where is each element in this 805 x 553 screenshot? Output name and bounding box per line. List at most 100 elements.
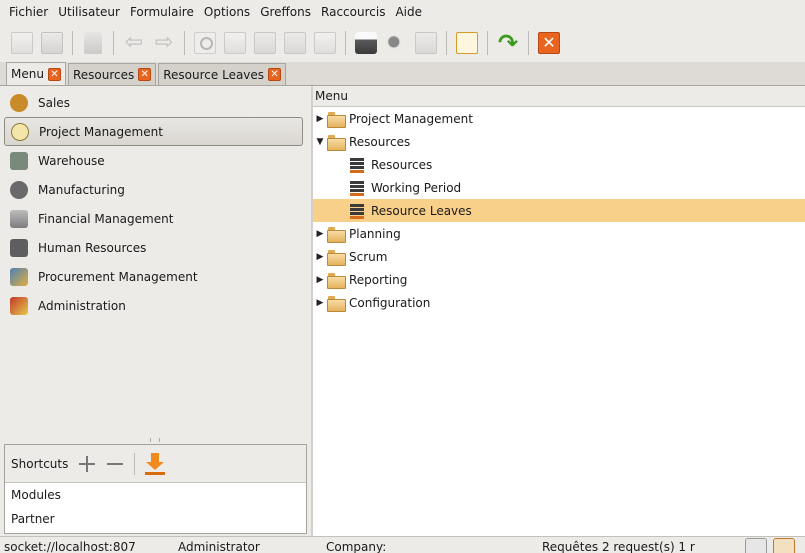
menu-greffons[interactable]: Greffons — [255, 0, 316, 24]
relate-button[interactable] — [412, 29, 440, 57]
tab-label: Menu — [11, 67, 44, 81]
tab-bar: Menu ✕ Resources ✕ Resource Leaves ✕ — [0, 62, 805, 86]
new-record-button[interactable] — [221, 29, 249, 57]
reload-button[interactable]: ↷ — [494, 29, 522, 57]
module-item-project-management[interactable]: Project Management — [4, 117, 303, 146]
previous-button[interactable]: ⇦ — [120, 29, 148, 57]
tree-column-header[interactable]: Menu — [313, 86, 805, 107]
shortcut-item-modules[interactable]: Modules — [5, 483, 306, 507]
module-item-warehouse[interactable]: Warehouse — [0, 146, 311, 175]
expander-collapsed-icon[interactable]: ▶ — [313, 296, 327, 310]
delete-button[interactable] — [79, 29, 107, 57]
toolbar-separator — [446, 31, 447, 55]
spellcheck-button[interactable] — [311, 29, 339, 57]
module-item-sales[interactable]: Sales — [0, 88, 311, 117]
toolbar-separator — [134, 452, 136, 475]
trash-icon — [84, 32, 102, 54]
tree-row-working-period[interactable]: Working Period — [313, 176, 805, 199]
tree-row-label: Project Management — [349, 111, 473, 126]
menu-formulaire[interactable]: Formulaire — [125, 0, 199, 24]
toolbar: ⇦ ⇨ ↷ ✕ — [0, 24, 805, 62]
print-button[interactable] — [352, 29, 380, 57]
procurement-icon — [10, 267, 28, 286]
tree-row-resource-leaves[interactable]: Resource Leaves — [313, 199, 805, 222]
menubar: Fichier Utilisateur Formulaire Options G… — [0, 0, 805, 24]
tree-row-project-management[interactable]: ▶ Project Management — [313, 107, 805, 130]
shortcut-item-partner[interactable]: Partner — [5, 507, 306, 531]
module-item-financial-management[interactable]: Financial Management — [0, 204, 311, 233]
list-icon — [349, 157, 365, 173]
new-request-icon[interactable] — [773, 538, 795, 553]
tree-row-reporting[interactable]: ▶ Reporting — [313, 268, 805, 291]
module-label: Warehouse — [38, 153, 105, 168]
toolbar-separator — [487, 31, 488, 55]
close-icon[interactable]: ✕ — [47, 67, 61, 81]
remove-shortcut-icon[interactable] — [106, 455, 124, 473]
pane-resize-handle[interactable] — [150, 438, 160, 442]
attachments-button[interactable] — [453, 29, 481, 57]
tree-row-label: Reporting — [349, 272, 408, 287]
new-document-icon — [11, 32, 33, 54]
arrow-left-icon: ⇦ — [124, 30, 144, 55]
attachment-button[interactable] — [251, 29, 279, 57]
tree-row-resources[interactable]: ▼ Resources — [313, 130, 805, 153]
tree-row-scrum[interactable]: ▶ Scrum — [313, 245, 805, 268]
menu-utilisateur[interactable]: Utilisateur — [53, 0, 125, 24]
search-requests-icon[interactable] — [745, 538, 767, 553]
close-icon[interactable]: ✕ — [268, 68, 282, 81]
status-user: Administrator — [178, 540, 260, 553]
new-button[interactable] — [8, 29, 36, 57]
menu-raccourcis[interactable]: Raccourcis — [316, 0, 390, 24]
tree-row-label: Working Period — [371, 180, 462, 195]
people-icon — [10, 93, 28, 112]
toolbar-separator — [345, 31, 346, 55]
close-tab-button[interactable]: ✕ — [535, 29, 563, 57]
menu-options[interactable]: Options — [199, 0, 255, 24]
add-shortcut-icon[interactable] — [78, 455, 96, 473]
module-item-administration[interactable]: Administration — [0, 291, 311, 320]
print-icon — [355, 32, 377, 54]
tree-row-planning[interactable]: ▶ Planning — [313, 222, 805, 245]
tab-label: Resource Leaves — [163, 67, 265, 82]
toolbar-separator — [184, 31, 185, 55]
folder-icon — [327, 249, 346, 266]
expander-collapsed-icon[interactable]: ▶ — [313, 273, 327, 287]
toolbar-separator — [113, 31, 114, 55]
shortcuts-panel: Shortcuts Modules Partner — [4, 444, 307, 534]
duplicate-button[interactable] — [281, 29, 309, 57]
expander-collapsed-icon[interactable]: ▶ — [313, 112, 327, 126]
tree-row-resources-list[interactable]: Resources — [313, 153, 805, 176]
action-button[interactable] — [382, 29, 410, 57]
next-button[interactable]: ⇨ — [150, 29, 178, 57]
search-button[interactable] — [191, 29, 219, 57]
spellcheck-icon — [314, 32, 336, 54]
folder-icon — [327, 226, 346, 243]
module-item-procurement-management[interactable]: Procurement Management — [0, 262, 311, 291]
close-icon: ✕ — [538, 32, 560, 54]
tab-menu[interactable]: Menu ✕ — [6, 62, 66, 85]
tab-resource-leaves[interactable]: Resource Leaves ✕ — [158, 63, 287, 85]
expander-expanded-icon[interactable]: ▼ — [313, 135, 327, 149]
new-record-icon — [224, 32, 246, 54]
note-icon — [456, 32, 478, 54]
module-panel: Sales Project Management Warehouse Manuf… — [0, 86, 311, 536]
expander-collapsed-icon[interactable]: ▶ — [313, 250, 327, 264]
menu-fichier[interactable]: Fichier — [4, 0, 53, 24]
expander-collapsed-icon[interactable]: ▶ — [313, 227, 327, 241]
status-company: Company: — [326, 540, 387, 553]
menu-aide[interactable]: Aide — [390, 0, 427, 24]
tree-row-configuration[interactable]: ▶ Configuration — [313, 291, 805, 314]
tree-row-label: Configuration — [349, 295, 431, 310]
module-label: Manufacturing — [38, 182, 125, 197]
module-item-human-resources[interactable]: Human Resources — [0, 233, 311, 262]
folder-icon — [327, 134, 346, 151]
save-button[interactable] — [38, 29, 66, 57]
tree-row-label: Resource Leaves — [371, 203, 472, 218]
status-bar: socket://localhost:807 Administrator Com… — [0, 536, 805, 553]
tab-resources[interactable]: Resources ✕ — [67, 63, 157, 85]
download-arrow-icon[interactable] — [145, 452, 166, 475]
module-item-manufacturing[interactable]: Manufacturing — [0, 175, 311, 204]
close-icon[interactable]: ✕ — [138, 68, 152, 81]
status-requests: Requêtes 2 request(s) 1 r — [542, 540, 695, 553]
calculator-icon — [10, 238, 28, 257]
